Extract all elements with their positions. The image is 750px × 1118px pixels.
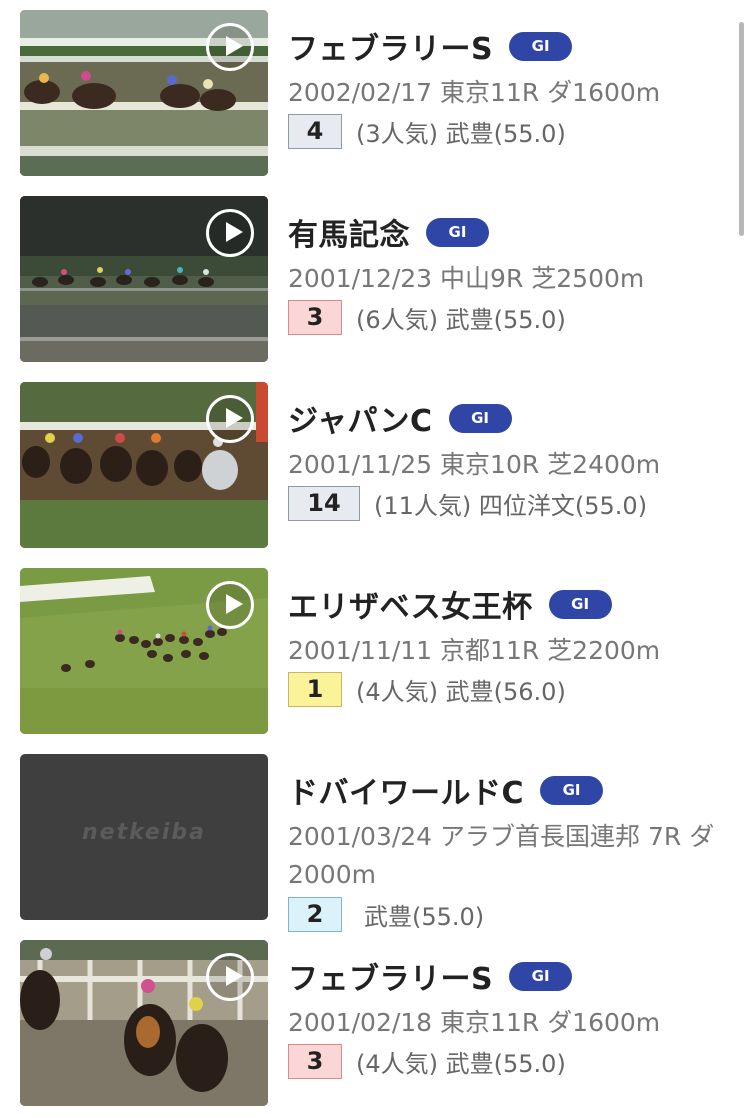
race-name[interactable]: ドバイワールドC [288, 768, 524, 812]
grade-badge: GI [540, 775, 604, 805]
finish-position-badge: 3 [288, 1044, 342, 1079]
popularity-text: (4人気) [356, 678, 438, 706]
grade-badge: GI [509, 31, 573, 61]
grade-badge: GI [509, 961, 573, 991]
popularity-text: (3人気) [356, 120, 438, 148]
jockey-weight-text: 武豊(56.0) [445, 678, 566, 706]
race-item[interactable]: 有馬記念 GI 2001/12/23 中山9R 芝2500m 3 (6人気) 武… [0, 196, 740, 366]
race-date-course: 2001/03/24 アラブ首長国連邦 7R ダ2000m [288, 822, 715, 889]
jockey-weight-text: 武豊(55.0) [445, 1050, 566, 1078]
race-date-course: 2001/02/18 東京11R ダ1600m [288, 1008, 661, 1037]
race-date-course: 2002/02/17 東京11R ダ1600m [288, 78, 661, 107]
play-circle-icon[interactable] [206, 953, 254, 1001]
race-name[interactable]: ジャパンC [288, 396, 433, 440]
popularity-text: (11人気) [374, 492, 472, 520]
race-date-course: 2001/11/11 京都11R 芝2200m [288, 636, 661, 665]
play-circle-icon[interactable] [206, 581, 254, 629]
popularity-text: (6人気) [356, 306, 438, 334]
race-video-thumbnail[interactable] [20, 568, 268, 734]
result-detail: 武豊(55.0) [364, 897, 484, 932]
jockey-weight-text: 武豊(55.0) [445, 120, 566, 148]
jockey-weight-text: 四位洋文(55.0) [478, 492, 648, 520]
grade-badge: GI [448, 403, 512, 433]
race-date-course: 2001/11/25 東京10R 芝2400m [288, 450, 661, 479]
race-info: ジャパンC GI 2001/11/25 東京10R 芝2400m 14 (11人… [288, 398, 738, 522]
result-detail: (6人気) 武豊(55.0) [356, 300, 566, 335]
finish-position-badge: 4 [288, 114, 342, 149]
race-info: フェブラリーS GI 2001/02/18 東京11R ダ1600m 3 (4人… [288, 956, 738, 1080]
race-name[interactable]: フェブラリーS [288, 24, 493, 68]
finish-position-badge: 2 [288, 897, 342, 932]
race-item[interactable]: フェブラリーS GI 2002/02/17 東京11R ダ1600m 4 (3人… [0, 10, 740, 180]
result-detail: (11人気) 四位洋文(55.0) [374, 486, 647, 521]
popularity-text: (4人気) [356, 1050, 438, 1078]
race-info: 有馬記念 GI 2001/12/23 中山9R 芝2500m 3 (6人気) 武… [288, 212, 738, 336]
grade-badge: GI [548, 589, 612, 619]
race-name[interactable]: フェブラリーS [288, 954, 493, 998]
race-video-thumbnail[interactable] [20, 382, 268, 548]
race-date-course: 2001/12/23 中山9R 芝2500m [288, 264, 645, 293]
race-item[interactable]: フェブラリーS GI 2001/02/18 東京11R ダ1600m 3 (4人… [0, 940, 740, 1110]
race-info: フェブラリーS GI 2002/02/17 東京11R ダ1600m 4 (3人… [288, 26, 738, 150]
finish-position-badge: 14 [288, 486, 360, 521]
netkeiba-logo: netkeiba [81, 820, 206, 845]
play-circle-icon[interactable] [206, 23, 254, 71]
play-circle-icon[interactable] [206, 395, 254, 443]
race-item[interactable]: ジャパンC GI 2001/11/25 東京10R 芝2400m 14 (11人… [0, 382, 740, 552]
jockey-weight-text: 武豊(55.0) [445, 306, 566, 334]
race-name[interactable]: エリザベス女王杯 [288, 582, 533, 626]
jockey-weight-text: 武豊(55.0) [364, 903, 485, 931]
race-video-thumbnail[interactable] [20, 10, 268, 176]
race-video-thumbnail[interactable] [20, 940, 268, 1106]
grade-badge: GI [426, 217, 489, 247]
finish-position-badge: 1 [288, 672, 342, 707]
race-info: ドバイワールドC GI 2001/03/24 アラブ首長国連邦 7R ダ2000… [288, 770, 738, 933]
race-history-list: フェブラリーS GI 2002/02/17 東京11R ダ1600m 4 (3人… [0, 0, 750, 1118]
race-info: エリザベス女王杯 GI 2001/11/11 京都11R 芝2200m 1 (4… [288, 584, 738, 708]
race-video-thumbnail[interactable] [20, 196, 268, 362]
race-name[interactable]: 有馬記念 [288, 210, 410, 254]
finish-position-badge: 3 [288, 300, 342, 335]
result-detail: (3人気) 武豊(55.0) [356, 114, 566, 149]
result-detail: (4人気) 武豊(55.0) [356, 1044, 566, 1079]
scrollbar[interactable] [739, 22, 744, 236]
play-circle-icon[interactable] [206, 209, 254, 257]
result-detail: (4人気) 武豊(56.0) [356, 672, 566, 707]
race-video-thumbnail: netkeiba [20, 754, 268, 920]
race-item[interactable]: エリザベス女王杯 GI 2001/11/11 京都11R 芝2200m 1 (4… [0, 568, 740, 738]
race-item[interactable]: netkeiba ドバイワールドC GI 2001/03/24 アラブ首長国連邦… [0, 754, 740, 932]
